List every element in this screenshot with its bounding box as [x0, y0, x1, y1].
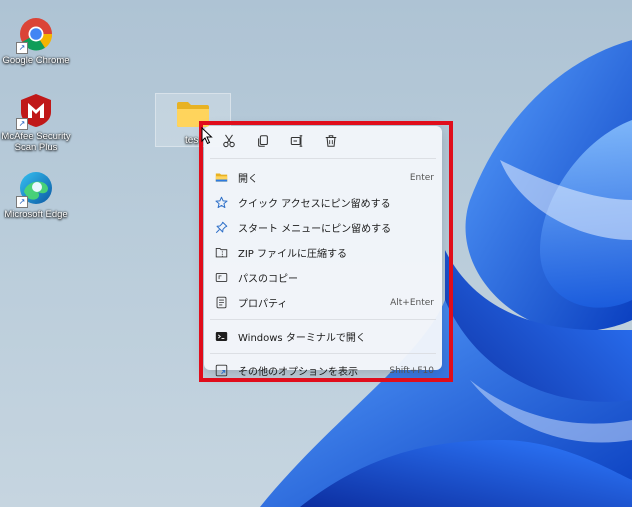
menu-divider [210, 353, 436, 354]
chrome-icon: ↗ [16, 16, 54, 54]
pin-icon [214, 221, 228, 235]
rename-icon [290, 135, 303, 147]
menu-item-shortcut: Enter [409, 172, 434, 183]
terminal-icon [214, 330, 228, 344]
desktop-icon-label: McAfee Security Scan Plus [1, 131, 71, 153]
menu-item-label: ZIP ファイルに圧縮する [238, 249, 348, 260]
menu-item-more-options[interactable]: その他のオプションを表示 Shift+F10 [204, 358, 442, 383]
menu-item-shortcut: Alt+Enter [390, 297, 434, 308]
desktop-icon-edge[interactable]: ↗ Microsoft Edge [0, 170, 72, 220]
desktop-icon-chrome[interactable]: ↗ Google Chrome [0, 16, 72, 66]
desktop-icon-label: Google Chrome [2, 55, 70, 66]
menu-item-label: その他のオプションを表示 [238, 367, 358, 378]
menu-divider [210, 319, 436, 320]
menu-item-label: パスのコピー [238, 274, 298, 285]
edge-icon: ↗ [16, 170, 54, 208]
shortcut-arrow-icon: ↗ [16, 42, 28, 54]
menu-divider [210, 158, 436, 159]
shortcut-arrow-icon: ↗ [16, 196, 28, 208]
shortcut-arrow-icon: ↗ [16, 118, 28, 130]
delete-icon [325, 135, 337, 147]
properties-icon [214, 296, 228, 310]
menu-item-compress-zip[interactable]: ZIP ファイルに圧縮する [204, 240, 442, 265]
menu-item-properties[interactable]: プロパティ Alt+Enter [204, 290, 442, 315]
mcafee-icon: ↗ [16, 92, 54, 130]
delete-button[interactable] [320, 130, 342, 152]
menu-item-label: スタート メニューにピン留めする [238, 224, 392, 235]
menu-item-pin-quick-access[interactable]: クイック アクセスにピン留めする [204, 190, 442, 215]
mouse-cursor-icon [201, 127, 213, 145]
copy-path-icon [214, 271, 228, 285]
cut-icon [223, 134, 235, 148]
star-icon [214, 196, 228, 210]
copy-button[interactable] [252, 130, 274, 152]
menu-item-label: Windows ターミナルで開く [238, 333, 366, 344]
copy-icon [258, 135, 268, 147]
desktop-icon-mcafee[interactable]: ↗ McAfee Security Scan Plus [0, 92, 72, 153]
menu-item-label: クイック アクセスにピン留めする [238, 199, 391, 210]
menu-item-open[interactable]: 開く Enter [204, 165, 442, 190]
context-menu-toolbar [204, 126, 442, 156]
menu-item-label: 開く [238, 174, 258, 185]
menu-item-pin-start[interactable]: スタート メニューにピン留めする [204, 215, 442, 240]
desktop-icon-label: Microsoft Edge [4, 209, 68, 220]
menu-item-copy-path[interactable]: パスのコピー [204, 265, 442, 290]
folder-icon [177, 102, 209, 127]
rename-button[interactable] [286, 130, 308, 152]
folder-label: tes [185, 135, 199, 146]
context-menu: 開く Enter クイック アクセスにピン留めする スタート メニューにピン留め… [204, 126, 442, 378]
more-options-icon [214, 364, 228, 378]
folder-open-icon [214, 171, 228, 185]
cut-button[interactable] [218, 130, 240, 152]
zip-icon [214, 246, 228, 260]
menu-item-shortcut: Shift+F10 [389, 365, 434, 376]
menu-item-open-terminal[interactable]: Windows ターミナルで開く [204, 324, 442, 349]
menu-item-label: プロパティ [238, 299, 288, 310]
